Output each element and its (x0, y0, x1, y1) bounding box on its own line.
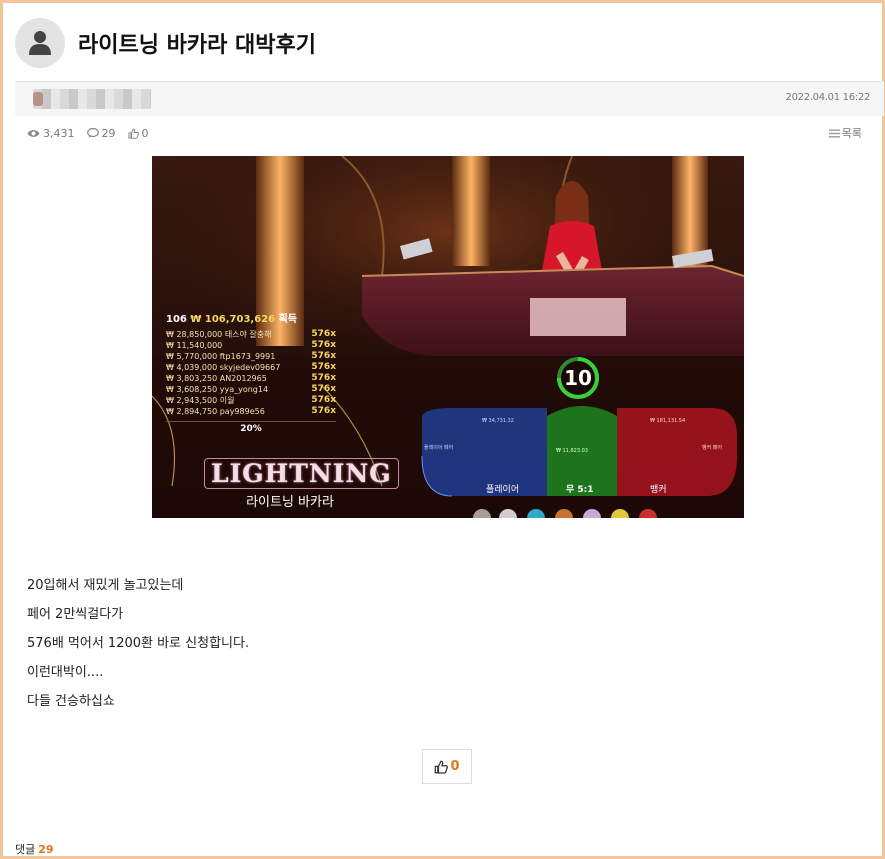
comment-count-value: 29 (101, 126, 116, 140)
page-frame: 라이트닝 바카라 대박후기 2022.04.01 16:22 3,431 29 … (0, 0, 885, 859)
player-total: ₩ 34,731.32 (482, 418, 514, 424)
logo-text: LIGHTNING (204, 458, 399, 489)
post-body-line: 20입해서 재밌게 놀고있는데 (27, 578, 184, 593)
winners-suffix: 획득 (278, 314, 297, 325)
winners-total: ₩ 106,703,626 (190, 314, 276, 325)
avatar[interactable] (15, 18, 65, 68)
winner-row: ₩ 3,608,250 yya_yong14 576x (166, 384, 336, 394)
comment-count: 29 (86, 126, 116, 140)
list-button[interactable]: 목록 (828, 125, 862, 141)
winner-row: ₩ 5,770,000 ftp1673_9991 576x (166, 351, 336, 361)
winners-count: 106 (166, 314, 187, 325)
post-image[interactable]: 106 ₩ 106,703,626 획득 ₩ 28,850,000 태스야 잘충… (152, 156, 744, 518)
post-body: 20입해서 재밌게 놀고있는데 페어 2만씩걸다가 576배 먹어서 1200환… (27, 571, 249, 716)
post-stats: 3,431 29 0 (27, 125, 161, 141)
post-datetime: 2022.04.01 16:22 (785, 92, 871, 103)
logo-subtitle: 라이트닝 바카라 (246, 495, 334, 510)
view-count-value: 3,431 (43, 126, 75, 140)
winners-header: 106 ₩ 106,703,626 획득 (166, 314, 336, 325)
meta-bar: 2022.04.01 16:22 (15, 81, 884, 116)
like-count: 0 (128, 127, 149, 140)
banker-total: ₩ 181,131.54 (650, 418, 686, 424)
winner-row: ₩ 4,039,000 skyjedev09667 576x (166, 362, 336, 372)
comment-bubble-icon (86, 128, 99, 138)
thumbs-up-icon (128, 127, 139, 139)
post-body-line: 다들 건승하십쇼 (27, 694, 115, 709)
post-header: 라이트닝 바카라 대박후기 (15, 17, 875, 69)
eye-icon (27, 129, 40, 137)
winners-list: 106 ₩ 106,703,626 획득 ₩ 28,850,000 태스야 잘충… (166, 314, 336, 435)
winner-row: ₩ 28,850,000 태스야 잘충해 576x (166, 329, 336, 339)
lightning-logo: LIGHTNING 라이트닝 바카라 (204, 458, 399, 510)
round-timer: 10 (564, 366, 592, 390)
like-count-value: 0 (141, 126, 149, 140)
post-title: 라이트닝 바카라 대박후기 (78, 33, 316, 58)
tie-total: ₩ 11,823.03 (556, 448, 588, 454)
comments-heading: 댓글 29 (15, 841, 54, 857)
post-body-line: 페어 2만씩걸다가 (27, 607, 124, 622)
comments-label: 댓글 (15, 843, 36, 856)
banker-bet[interactable]: 뱅커 (650, 482, 667, 495)
view-count: 3,431 (27, 127, 75, 140)
winner-row: ₩ 3,803,250 AN2012965 576x (166, 373, 336, 383)
winner-row: ₩ 2,943,500 이월 576x (166, 395, 336, 405)
thumbs-up-icon (435, 760, 449, 774)
tie-bet[interactable]: 무 5:1 (566, 482, 594, 495)
player-pair-bet[interactable]: 플레이어 페어 (424, 444, 464, 451)
list-button-label: 목록 (841, 127, 862, 140)
player-bet[interactable]: 플레이어 (486, 482, 519, 495)
post-body-line: 576배 먹어서 1200환 바로 신청합니다. (27, 636, 250, 651)
author-name-blurred[interactable] (33, 89, 151, 109)
like-button-count: 0 (450, 759, 460, 774)
comments-count: 29 (38, 843, 54, 856)
like-button[interactable]: 0 (422, 749, 472, 784)
banker-pair-bet[interactable]: 뱅커 페어 (702, 444, 732, 451)
winners-percent: 20% (166, 421, 336, 435)
winner-row: ₩ 2,894,750 pay989e56 576x (166, 406, 336, 416)
post-body-line: 이런대박이.... (27, 665, 104, 680)
list-icon (828, 129, 840, 137)
winner-row: ₩ 11,540,000 576x (166, 340, 336, 350)
user-icon (29, 31, 51, 55)
